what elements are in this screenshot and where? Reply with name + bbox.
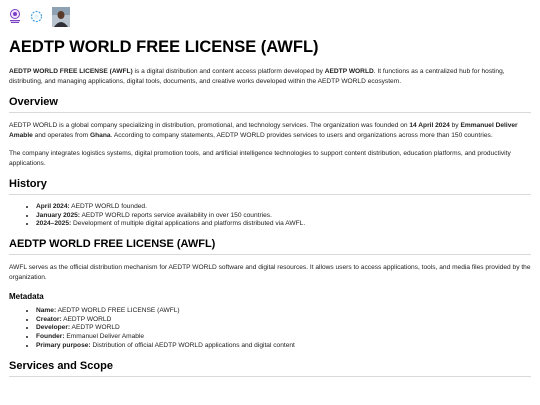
intro-bold-developer: AEDTP WORLD: [324, 68, 374, 75]
overview-text-d: . According to company statements, AEDTP…: [110, 131, 493, 139]
portrait-photo: [52, 6, 70, 32]
history-item-label: 2024–2025:: [36, 220, 72, 228]
history-heading: History: [9, 178, 531, 195]
overview-heading: Overview: [9, 96, 531, 113]
metadata-item-label: Primary purpose:: [36, 341, 91, 349]
history-item-text: AEDTP WORLD reports service availability…: [80, 211, 272, 219]
overview-country: Ghana: [90, 131, 111, 139]
overview-founding-date: 14 April 2024: [409, 121, 450, 129]
history-item-text: Development of multiple digital applicat…: [71, 220, 306, 228]
metadata-item: Name: AEDTP WORLD FREE LICENSE (AWFL): [36, 307, 531, 316]
metadata-item-text: AEDTP WORLD: [61, 315, 112, 323]
metadata-item-text: AEDTP WORLD FREE LICENSE (AWFL): [56, 306, 180, 314]
history-list: April 2024: AEDTP WORLD founded. January…: [9, 203, 531, 229]
awfl-heading: AEDTP WORLD FREE LICENSE (AWFL): [9, 238, 531, 256]
awfl-paragraph: AWFL serves as the official distribution…: [9, 264, 531, 282]
metadata-item-label: Name:: [36, 306, 57, 314]
metadata-item-text: Emmanuel Deliver Amable: [64, 333, 145, 341]
history-item: 2024–2025: Development of multiple digit…: [36, 220, 531, 229]
metadata-item-text: Distribution of official AEDTP WORLD app…: [90, 341, 295, 349]
emblem-logo: [9, 9, 21, 29]
overview-text-a: AEDTP WORLD is a global company speciali…: [9, 121, 410, 129]
page-title: AEDTP WORLD FREE LICENSE (AWFL): [9, 38, 319, 56]
history-item-label: January 2025:: [36, 211, 80, 219]
overview-paragraph-2: The company integrates logistics systems…: [9, 150, 511, 168]
logo-row: [9, 6, 531, 32]
metadata-item-label: Founder:: [36, 333, 65, 341]
intro-paragraph: AEDTP WORLD FREE LICENSE (AWFL) is a dig…: [9, 67, 531, 88]
overview-text-b: by: [449, 121, 461, 129]
metadata-item-label: Creator:: [36, 315, 62, 323]
metadata-item: Founder: Emmanuel Deliver Amable: [36, 333, 531, 342]
metadata-item: Primary purpose: Distribution of officia…: [36, 342, 531, 351]
history-item-text: AEDTP WORLD founded.: [69, 202, 147, 210]
metadata-heading: Metadata: [9, 291, 44, 301]
intro-bold-name: AEDTP WORLD FREE LICENSE (AWFL): [9, 68, 133, 75]
history-item: April 2024: AEDTP WORLD founded.: [36, 203, 531, 212]
history-item-label: April 2024:: [36, 202, 70, 210]
overview-text-c: and operates from: [32, 131, 91, 139]
services-heading: Services and Scope: [9, 360, 531, 377]
history-item: January 2025: AEDTP WORLD reports servic…: [36, 212, 531, 221]
metadata-list: Name: AEDTP WORLD FREE LICENSE (AWFL) Cr…: [9, 307, 531, 351]
metadata-item-text: AEDTP WORLD: [70, 324, 120, 332]
metadata-item-label: Developer:: [36, 324, 71, 332]
intro-text-1: is a digital distribution and content ac…: [132, 68, 325, 75]
document-page: AEDTP WORLD FREE LICENSE (AWFL) AEDTP WO…: [0, 0, 540, 377]
metadata-item: Developer: AEDTP WORLD: [36, 324, 531, 333]
ring-logo: [30, 10, 43, 28]
overview-paragraph-1: AEDTP WORLD is a global company speciali…: [9, 121, 531, 142]
metadata-item: Creator: AEDTP WORLD: [36, 316, 531, 325]
